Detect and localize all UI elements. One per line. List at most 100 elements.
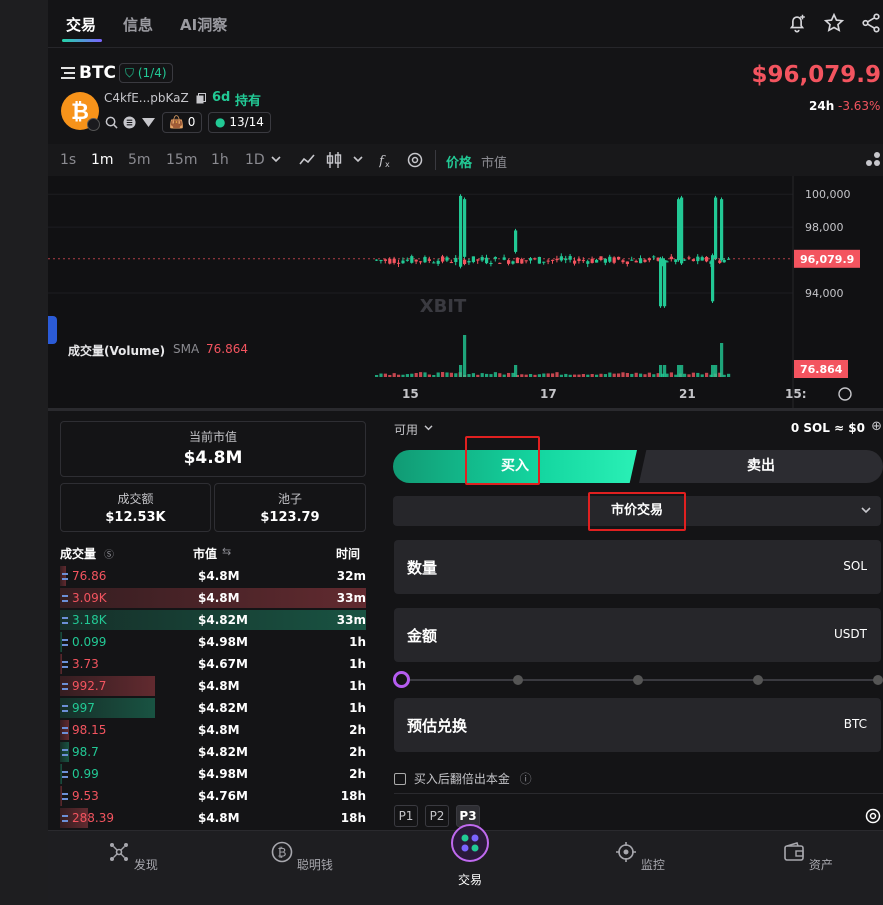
add-funds-icon[interactable]: ⊕ — [871, 419, 882, 434]
trade-row[interactable]: 3.09K $4.8M 33m — [60, 588, 366, 610]
double-principal-option[interactable]: 买入后翻倍出本金 ⓘ — [394, 770, 532, 787]
trade-time: 1h — [349, 657, 366, 671]
trade-row[interactable]: 98.15 $4.8M 2h — [60, 720, 366, 742]
preset-p1[interactable]: P1 — [394, 805, 418, 827]
dropdown-triangle-icon[interactable] — [142, 118, 155, 128]
volume-bar — [687, 374, 691, 377]
bell-add-icon[interactable] — [786, 12, 808, 34]
copy-icon[interactable] — [196, 93, 206, 104]
volume-bar — [405, 374, 409, 377]
volume-bar — [639, 373, 643, 377]
chevron-down-icon[interactable] — [271, 156, 281, 164]
trade-row[interactable]: 997 $4.82M 1h — [60, 698, 366, 720]
indicators-fx-icon[interactable]: fx — [379, 152, 394, 168]
security-badge[interactable]: ⛉ (1/4) — [119, 63, 173, 83]
swap-arrows-icon[interactable]: ⇆ — [222, 545, 231, 558]
holders-pill[interactable]: 👜 0 — [162, 112, 203, 133]
slider-knob[interactable] — [393, 671, 410, 688]
line-chart-icon[interactable] — [299, 153, 315, 167]
trade-row[interactable]: 0.099 $4.98M 1h — [60, 632, 366, 654]
header-volume[interactable]: 成交量 — [60, 545, 96, 562]
search-icon[interactable] — [105, 116, 118, 129]
nav-assets[interactable]: 资产 — [773, 841, 843, 873]
chevron-down-icon[interactable] — [353, 156, 363, 164]
candlestick-icon[interactable] — [326, 151, 342, 169]
preset-p2[interactable]: P2 — [425, 805, 449, 827]
menu-icon[interactable] — [61, 67, 75, 79]
timeframe-1h[interactable]: 1h — [211, 152, 229, 168]
timeframe-1m[interactable]: 1m — [91, 152, 114, 168]
sell-tab-button[interactable]: 卖出 — [639, 450, 883, 483]
settings-icon[interactable] — [865, 808, 881, 824]
volume-bar — [493, 372, 497, 377]
candlestick-chart[interactable]: XBIT 100,000 98,000 94,000 96,079.9 76.864 15… — [48, 176, 883, 408]
solana-icon[interactable] — [123, 116, 136, 129]
candle-body — [392, 258, 396, 263]
collapse-handle[interactable] — [48, 316, 57, 344]
trade-row[interactable]: 288.39 $4.8M 18h — [60, 808, 366, 830]
slider-step-50[interactable] — [633, 675, 643, 685]
contract-address[interactable]: C4kfE...pbKaZ — [104, 91, 189, 105]
trade-row[interactable]: 76.86 $4.8M 32m — [60, 566, 366, 588]
trade-row[interactable]: 9.53 $4.76M 18h — [60, 786, 366, 808]
total-unit: USDT — [834, 627, 867, 641]
tab-trade[interactable]: 交易 — [66, 14, 96, 35]
slider-step-75[interactable] — [753, 675, 763, 685]
candle-body — [564, 258, 568, 261]
share-icon[interactable] — [860, 12, 882, 34]
volume-bar — [432, 374, 436, 377]
slider-step-100[interactable] — [873, 675, 883, 685]
token-age: 6d — [212, 90, 231, 105]
trade-row[interactable]: 992.7 $4.8M 1h — [60, 676, 366, 698]
timeframe-15m[interactable]: 15m — [166, 152, 197, 168]
estimate-field: 预估兑换 BTC — [394, 698, 881, 752]
volume-bar — [379, 373, 383, 377]
trade-volume: 3.18K — [72, 613, 107, 627]
total-field[interactable]: 金额 USDT — [394, 608, 881, 662]
more-dots-icon[interactable] — [865, 149, 881, 167]
mode-market-cap[interactable]: 市值 — [481, 152, 507, 171]
trade-market-cap: $4.67M — [198, 657, 248, 671]
settings-icon[interactable] — [407, 152, 423, 168]
change-period: 24h — [809, 99, 835, 113]
chart-scrollbar[interactable] — [48, 408, 883, 411]
available-label[interactable]: 可用 — [394, 421, 418, 438]
candle-body — [375, 259, 379, 261]
nav-monitor[interactable]: 监控 — [605, 841, 675, 873]
candle-body — [659, 258, 663, 307]
tab-info[interactable]: 信息 — [123, 14, 153, 35]
trade-row[interactable]: 0.99 $4.98M 2h — [60, 764, 366, 786]
nav-smart-money[interactable]: ₿ 聪明钱 — [267, 841, 337, 873]
trade-market-cap: $4.8M — [198, 811, 240, 825]
star-icon[interactable] — [823, 12, 845, 34]
nav-trade-icon[interactable] — [451, 824, 489, 862]
trade-row[interactable]: 3.73 $4.67M 1h — [60, 654, 366, 676]
progress-pill[interactable]: ● 13/14 — [208, 112, 271, 133]
double-principal-checkbox[interactable] — [394, 773, 406, 785]
candle-body — [700, 257, 704, 261]
amount-field[interactable]: 数量 SOL — [394, 540, 881, 594]
trade-row[interactable]: 3.18K $4.82M 33m — [60, 610, 366, 632]
nav-trade[interactable]: 交易 — [435, 871, 505, 888]
tab-ai-insight[interactable]: AI洞察 — [180, 14, 227, 35]
volume-bar — [720, 343, 724, 377]
chevron-down-icon[interactable] — [861, 507, 871, 515]
candle-body — [498, 262, 502, 264]
chevron-down-icon[interactable] — [424, 425, 433, 432]
header-market-cap[interactable]: 市值 — [193, 545, 217, 562]
trade-row[interactable]: 98.7 $4.82M 2h — [60, 742, 366, 764]
candle-body — [388, 258, 392, 264]
timeframe-1s[interactable]: 1s — [60, 152, 76, 168]
volume-bar — [546, 373, 550, 377]
info-icon[interactable]: ⓘ — [520, 772, 532, 786]
volume-stat-value: $12.53K — [105, 510, 166, 525]
price-chart[interactable]: XBIT 100,000 98,000 94,000 96,079.9 76.864 15… — [48, 176, 883, 408]
nav-discover[interactable]: 发现 — [98, 841, 168, 873]
currency-toggle-icon[interactable]: Ⓢ — [104, 546, 114, 561]
mode-price[interactable]: 价格 — [446, 152, 472, 171]
candle-body — [590, 258, 594, 263]
timeframe-5m[interactable]: 5m — [128, 152, 151, 168]
slider-step-25[interactable] — [513, 675, 523, 685]
timeframe-1d[interactable]: 1D — [245, 152, 265, 168]
volume-bar — [471, 373, 475, 377]
